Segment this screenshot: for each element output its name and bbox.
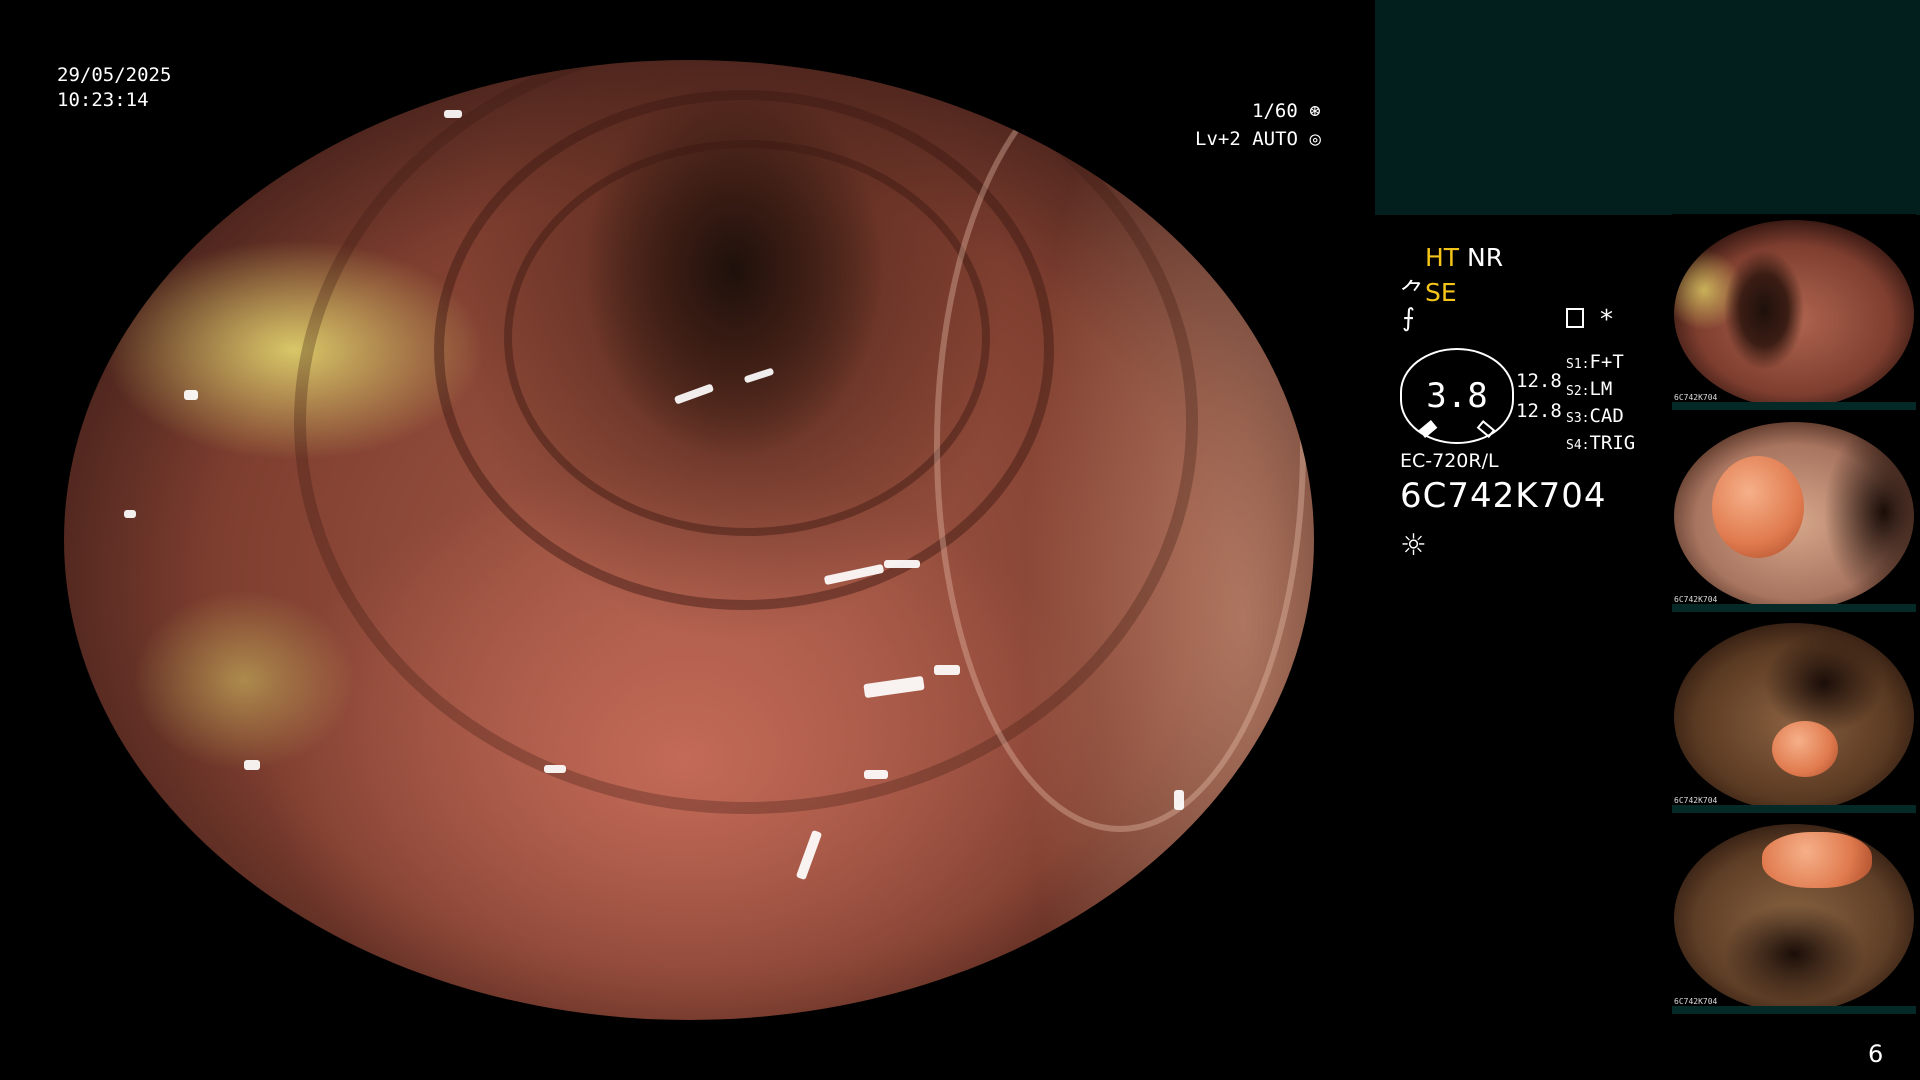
scope-serial: 6C742K704 [1400, 476, 1607, 516]
shutter-speed-label: 1/60 ⊛ [1252, 100, 1321, 122]
thumbnail-tag: 6C742K704 [1674, 997, 1718, 1006]
switch-value: TRIG [1589, 432, 1636, 454]
switch-value: LM [1589, 378, 1613, 400]
gauge-left-marker [1418, 420, 1438, 438]
light-reflection [544, 765, 566, 773]
switch-row-s4: S4:TRIG [1566, 431, 1635, 458]
polyp [1712, 456, 1804, 558]
thumbnail-bar [1672, 805, 1916, 813]
gauge-reading-1: 12.8 [1516, 370, 1562, 392]
thumbnail-tag: 6C742K704 [1674, 595, 1718, 604]
thumbnail[interactable]: 6C742K704 [1672, 617, 1916, 813]
switch-value: F+T [1589, 351, 1624, 373]
switch-row-s1: S1:F+T [1566, 350, 1635, 377]
light-reflection [1174, 790, 1184, 810]
shutter-icon: ⊛ [1309, 100, 1321, 122]
thumbnail-tag: 6C742K704 [1674, 796, 1718, 805]
level-value: Lv+2 [1195, 128, 1241, 150]
se-indicator: SE [1425, 278, 1457, 307]
light-reflection [184, 390, 198, 400]
exposure-mode-value: AUTO [1252, 128, 1298, 150]
asterisk-indicator: * [1600, 305, 1613, 335]
exposure-label: Lv+2 AUTO ◎ [1195, 128, 1321, 150]
page-number: 6 [1868, 1040, 1884, 1068]
light-reflection [124, 510, 136, 518]
scope-model: EC-720R/L [1400, 450, 1499, 472]
time-label: 10:23:14 [57, 89, 149, 111]
nr-indicator: NR [1467, 243, 1504, 272]
light-reflection [244, 760, 260, 770]
exposure-icon: ◎ [1309, 128, 1321, 150]
switch-key: S2: [1566, 384, 1590, 399]
thumbnail-bar [1672, 402, 1916, 410]
light-reflection [864, 770, 888, 779]
thumbnail-image [1674, 623, 1914, 811]
switch-key: S1: [1566, 357, 1590, 372]
thumbnail[interactable]: 6C742K704 [1672, 818, 1916, 1014]
endoscopy-image [64, 60, 1314, 1020]
switch-value: CAD [1589, 405, 1624, 427]
light-reflection [444, 110, 462, 118]
thumbnail-tag: 6C742K704 [1674, 393, 1718, 402]
light-reflection [795, 829, 823, 881]
thumbnail-bar [1672, 1006, 1916, 1014]
thumbnail-bar [1672, 604, 1916, 612]
polyp [1762, 832, 1872, 888]
light-reflection [884, 560, 920, 568]
switch-row-s3: S3:CAD [1566, 404, 1635, 431]
info-panel [1375, 0, 1920, 215]
enhance-icon: ⨍ [1402, 303, 1416, 332]
date-label: 29/05/2025 [57, 64, 172, 86]
switch-key: S4: [1566, 438, 1590, 453]
ht-indicator: HT [1425, 243, 1460, 272]
thumbnail[interactable]: 6C742K704 [1672, 416, 1916, 612]
polyp [1772, 721, 1838, 777]
light-reflection [934, 665, 960, 675]
gauge: 3.8 [1400, 348, 1514, 444]
gauge-value: 3.8 [1426, 376, 1488, 416]
thumbnail[interactable]: 6C742K704 [1672, 214, 1916, 410]
light-icon: ☼ [1400, 528, 1427, 563]
thumbnail-image [1674, 220, 1914, 408]
switch-list: S1:F+T S2:LM S3:CAD S4:TRIG [1566, 350, 1635, 458]
shutter-speed-value: 1/60 [1252, 100, 1298, 122]
gauge-reading-2: 12.8 [1516, 400, 1562, 422]
switch-row-s2: S2:LM [1566, 377, 1635, 404]
gauge-right-marker [1476, 420, 1496, 438]
panel-icon [1566, 308, 1584, 328]
mucosal-fold [934, 60, 1306, 832]
ht-nr-row: HT NR [1425, 243, 1503, 272]
switch-key: S3: [1566, 411, 1590, 426]
